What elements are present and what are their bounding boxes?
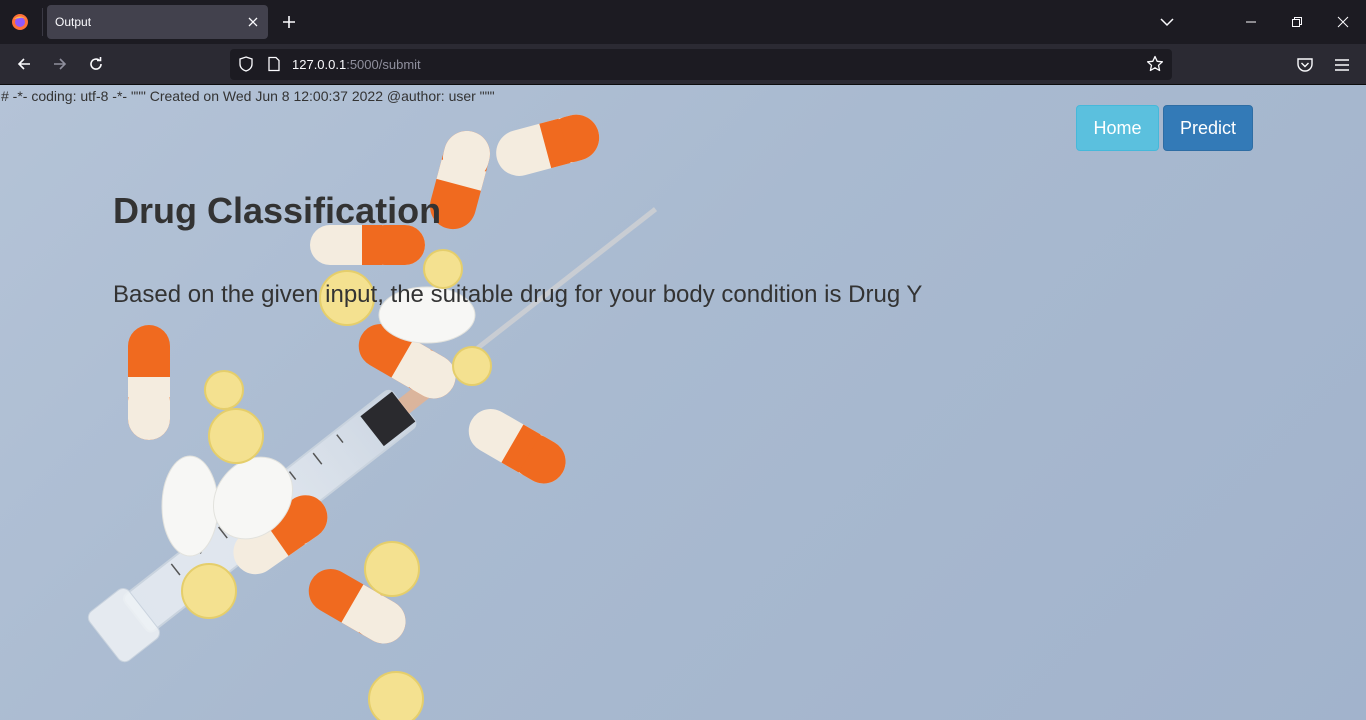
menu-icon[interactable] [1333, 56, 1351, 74]
background-image [87, 114, 658, 720]
plus-icon[interactable] [280, 13, 298, 31]
navigation-toolbar: 127.0.0.1:5000/submit [0, 44, 1366, 85]
tab-title: Output [55, 15, 92, 29]
reload-button[interactable] [85, 53, 107, 75]
firefox-icon[interactable] [11, 13, 29, 31]
shield-icon[interactable] [238, 56, 254, 72]
home-button[interactable]: Home [1076, 105, 1159, 151]
minimize-button[interactable] [1228, 0, 1274, 44]
page-title: Drug Classification [113, 190, 442, 231]
forward-icon [54, 58, 67, 70]
forward-button[interactable] [49, 53, 71, 75]
url-path: :5000/submit [346, 57, 421, 72]
back-button[interactable] [13, 53, 35, 75]
predict-button[interactable]: Predict [1163, 105, 1253, 151]
prediction-result: Based on the given input, the suitable d… [113, 281, 923, 308]
page-icon[interactable] [266, 56, 282, 72]
chevron-down-icon[interactable] [1158, 13, 1176, 31]
window-close-button[interactable] [1320, 0, 1366, 44]
pocket-icon[interactable] [1296, 56, 1314, 74]
url-bar[interactable]: 127.0.0.1:5000/submit [230, 49, 1172, 80]
reload-icon [90, 57, 102, 70]
close-icon[interactable] [244, 13, 262, 31]
tab-separator [42, 8, 43, 36]
star-icon[interactable] [1146, 55, 1164, 73]
window-close-icon [1337, 16, 1349, 28]
url-host: 127.0.0.1 [292, 57, 347, 72]
page-viewport: # -*- coding: utf-8 -*- """ Created on W… [0, 85, 1366, 720]
tab-output[interactable]: Output [47, 5, 268, 39]
tab-strip: Output [0, 0, 1366, 44]
minimize-icon [1246, 21, 1256, 23]
restore-icon [1292, 17, 1302, 27]
back-icon [17, 58, 30, 70]
source-comment: # -*- coding: utf-8 -*- """ Created on W… [1, 88, 495, 104]
restore-button[interactable] [1274, 0, 1320, 44]
url-text[interactable]: 127.0.0.1:5000/submit [292, 57, 421, 72]
